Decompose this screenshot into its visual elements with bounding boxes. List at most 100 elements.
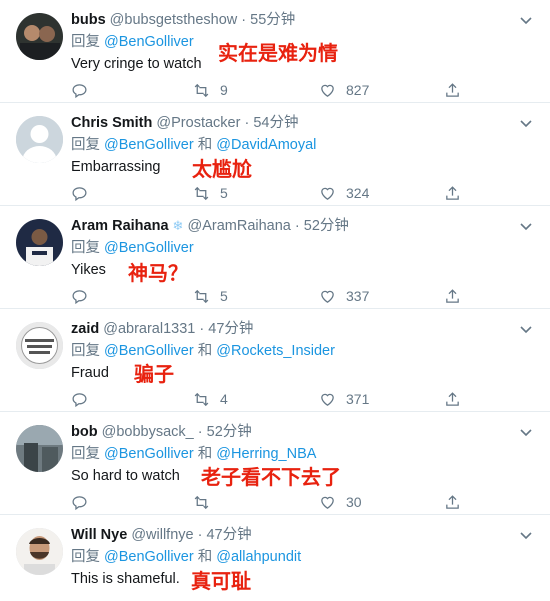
tweet-text: Fraud [71,365,109,381]
mention-joiner: 和 [197,137,213,153]
avatar[interactable] [16,322,63,369]
retweet-count: 4 [220,391,228,407]
heart-icon [321,187,334,200]
replying-to: 回复 @BenGolliver [71,238,194,258]
avatar[interactable] [16,528,63,575]
tweet-header: Aram Raihana ❄ @AramRaihana · 52分钟 [71,216,510,236]
share-button[interactable] [444,80,461,100]
mention-joiner: 和 [197,343,213,359]
display-name[interactable]: Will Nye [71,527,127,543]
display-name[interactable]: Chris Smith [71,115,152,131]
share-button[interactable] [444,183,461,203]
like-button[interactable]: 30 [319,492,362,512]
display-name[interactable]: Aram Raihana [71,218,169,234]
reply-button[interactable] [71,183,88,203]
avatar[interactable] [16,425,63,472]
retweet-button[interactable] [193,492,220,512]
caption-annotation: 老子看不下去了 [201,465,341,489]
reply-button[interactable] [71,389,88,409]
tweet[interactable]: Aram Raihana ❄ @AramRaihana · 52分钟 回复 @B… [0,206,550,309]
mention-link[interactable]: @Rockets_Insider [216,343,335,359]
avatar[interactable] [16,116,63,163]
chevron-down-icon[interactable] [518,321,534,337]
share-icon [446,185,459,200]
display-name[interactable]: bob [71,424,98,440]
heart-icon [321,393,334,406]
retweet-button[interactable]: 5 [193,183,228,203]
user-handle[interactable]: @bobbysack_ [102,424,194,440]
timestamp[interactable]: 52分钟 [304,218,349,234]
tweet-actions: 9 827 [71,80,491,100]
separator-dot: · [294,218,300,234]
reply-button[interactable] [71,492,88,512]
reply-icon [72,495,87,510]
reply-prefix: 回复 [71,343,100,359]
chevron-down-icon[interactable] [518,527,534,543]
mention-link[interactable]: @BenGolliver [104,549,194,565]
mention-link[interactable]: @Herring_NBA [216,446,316,462]
mention-link[interactable]: @DavidAmoyal [216,137,316,153]
tweet[interactable]: bob @bobbysack_ · 52分钟 回复 @BenGolliver 和… [0,412,550,515]
like-button[interactable]: 324 [319,183,369,203]
caption-annotation: 真可耻 [191,569,251,593]
tweet-text: Yikes [71,262,106,278]
share-icon [446,288,459,303]
tweet[interactable]: bubs @bubsgetsthe­show · 55分钟 回复 @BenGol… [0,0,550,103]
tweet[interactable]: zaid @abraral1331 · 47分钟 回复 @BenGolliver… [0,309,550,412]
mention-link[interactable]: @allahpundit [216,549,301,565]
chevron-down-icon[interactable] [518,218,534,234]
chevron-down-icon[interactable] [518,424,534,440]
user-handle[interactable]: @bubsgetsthe­show [110,12,238,28]
retweet-button[interactable]: 9 [193,80,228,100]
timestamp[interactable]: 52分钟 [207,424,252,440]
retweet-count: 5 [220,288,228,304]
timestamp[interactable]: 47分钟 [208,321,253,337]
reply-icon [72,289,87,304]
tweet-header: bubs @bubsgetsthe­show · 55分钟 [71,10,510,30]
chevron-down-icon[interactable] [518,115,534,131]
user-handle[interactable]: @AramRaihana [187,218,290,234]
separator-dot: · [197,424,203,440]
retweet-button[interactable]: 4 [193,389,228,409]
timestamp[interactable]: 54分钟 [253,115,298,131]
reply-button[interactable] [71,286,88,306]
display-name[interactable]: zaid [71,321,99,337]
reply-prefix: 回复 [71,137,100,153]
mention-joiner: 和 [197,549,213,565]
reply-icon [72,392,87,407]
tweet-header: bob @bobbysack_ · 52分钟 [71,422,510,442]
share-button[interactable] [444,389,461,409]
user-handle[interactable]: @Prostacker [156,115,240,131]
avatar[interactable] [16,219,63,266]
reply-button[interactable] [71,80,88,100]
mention-link[interactable]: @BenGolliver [104,446,194,462]
user-handle[interactable]: @abraral1331 [103,321,195,337]
mention-link[interactable]: @BenGolliver [104,34,194,50]
share-button[interactable] [444,492,461,512]
retweet-button[interactable]: 5 [193,286,228,306]
user-handle[interactable]: @willfnye [131,527,193,543]
mention-link[interactable]: @BenGolliver [104,240,194,256]
share-button[interactable] [444,286,461,306]
like-count: 324 [346,185,370,201]
mention-link[interactable]: @BenGolliver [104,137,194,153]
tweet[interactable]: Will Nye @willfnye · 47分钟 回复 @BenGollive… [0,515,550,601]
tweet-header: Chris Smith @Prostacker · 54分钟 [71,113,510,133]
mention-link[interactable]: @BenGolliver [104,343,194,359]
like-button[interactable]: 337 [319,286,369,306]
display-name[interactable]: bubs [71,12,106,28]
like-count: 30 [346,494,362,510]
tweet-actions: 5 337 [71,286,491,306]
tweet[interactable]: Chris Smith @Prostacker · 54分钟 回复 @BenGo… [0,103,550,206]
snowflake-icon: ❄ [172,218,184,233]
chevron-down-icon[interactable] [518,12,534,28]
timestamp[interactable]: 55分钟 [250,12,295,28]
timestamp[interactable]: 47分钟 [206,527,251,543]
like-count: 337 [346,288,370,304]
like-button[interactable]: 827 [319,80,369,100]
like-button[interactable]: 371 [319,389,369,409]
separator-dot: · [197,527,203,543]
reply-icon [72,186,87,201]
avatar[interactable] [16,13,63,60]
reply-prefix: 回复 [71,34,100,50]
